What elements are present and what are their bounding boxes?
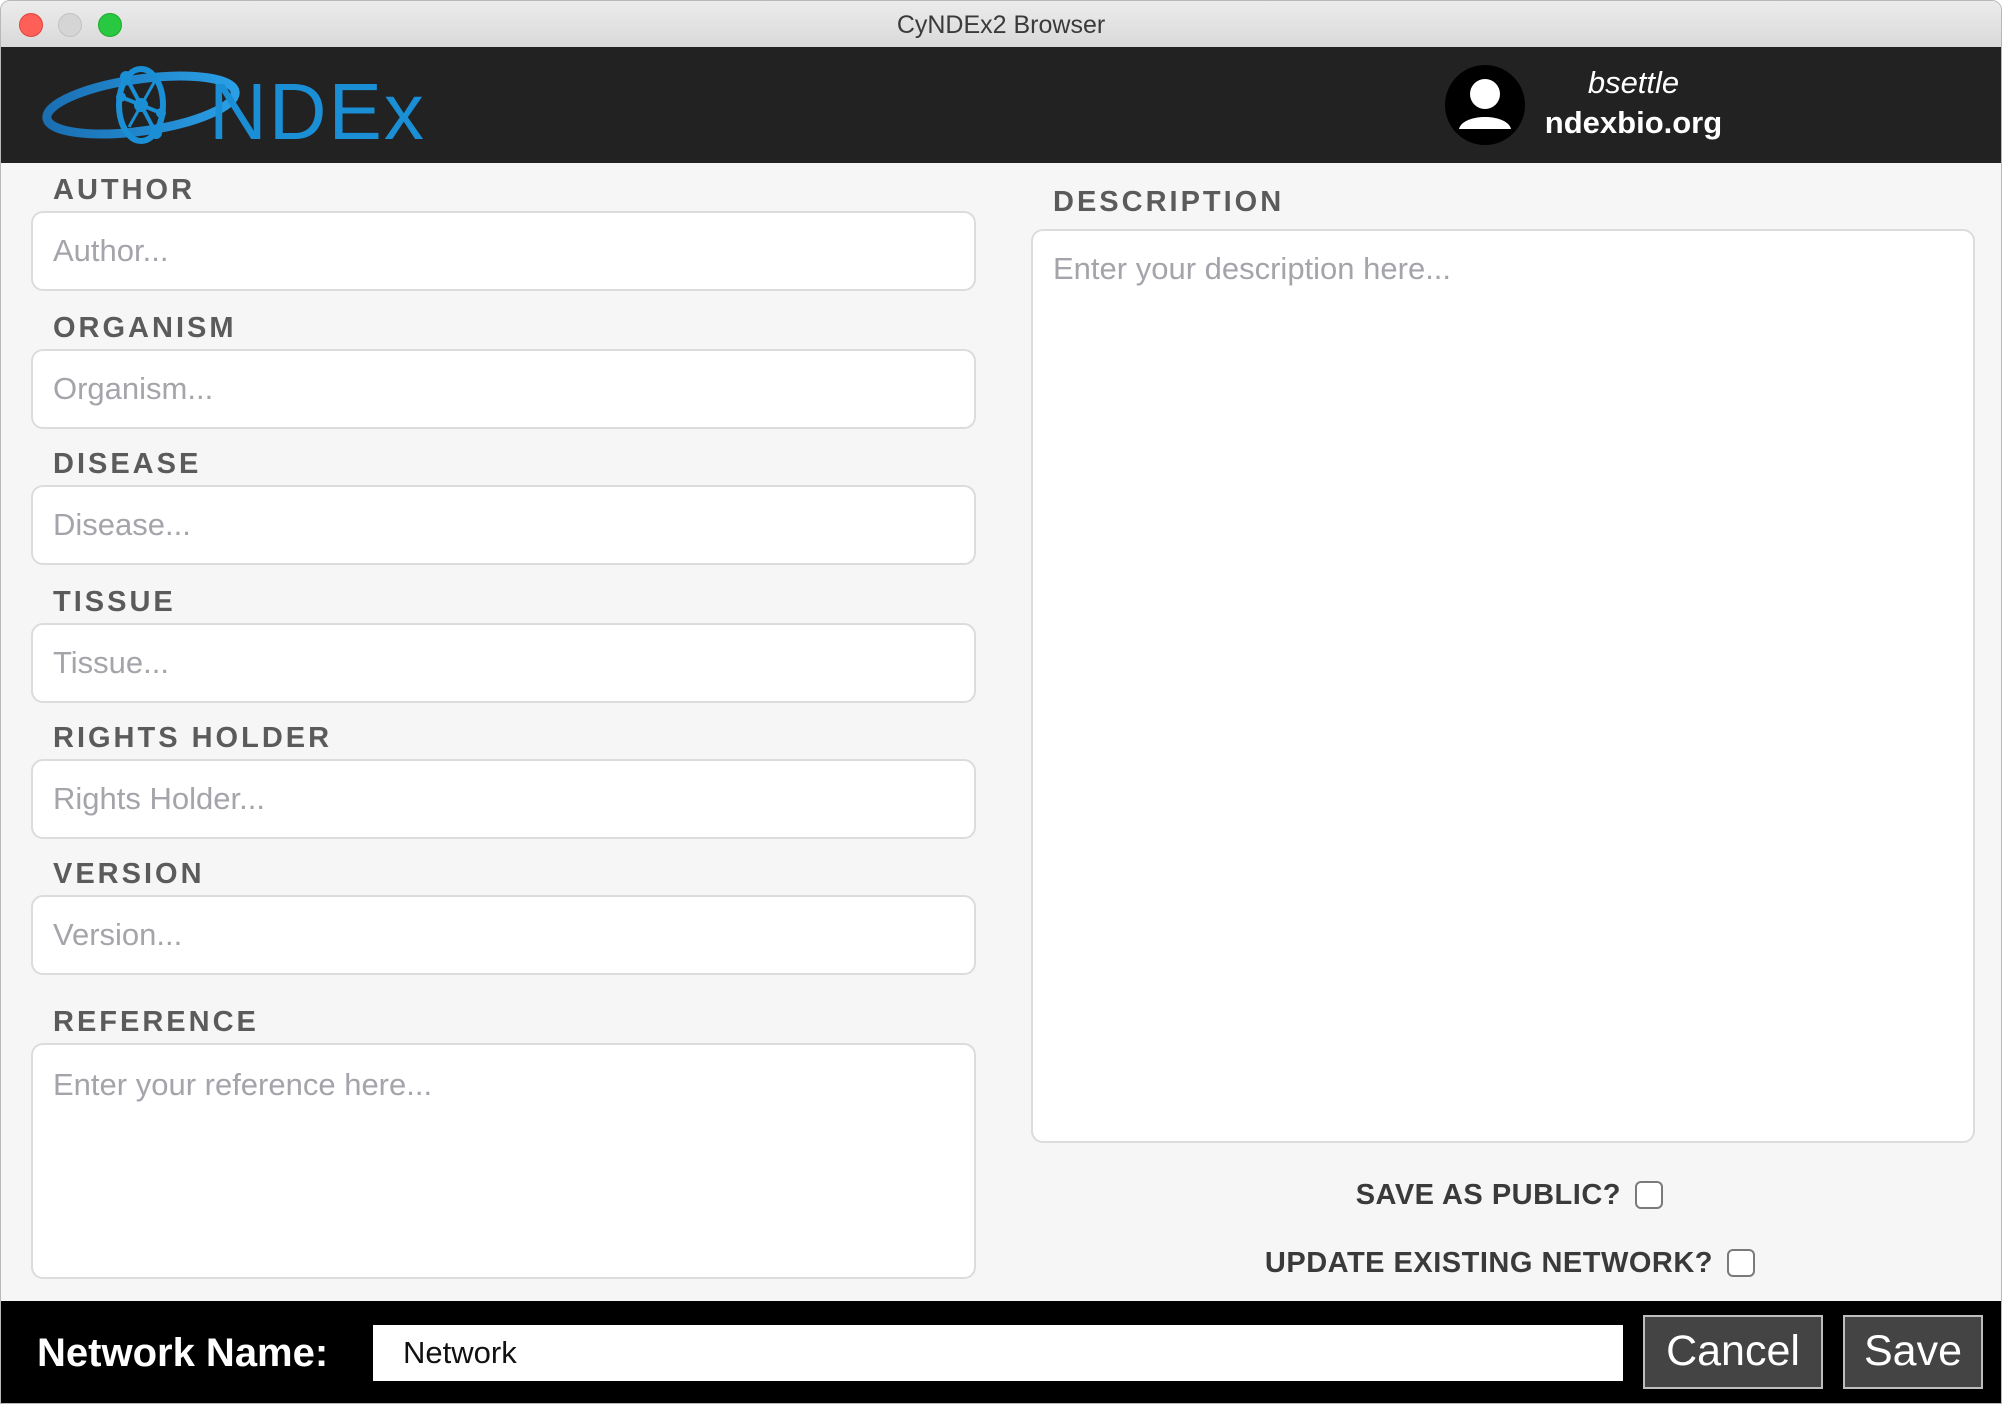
app-window: CyNDEx2 Browser NDEx bsettle ndexbio.org… [0,0,2002,1404]
description-label: DESCRIPTION [1053,186,1285,218]
tissue-label: TISSUE [53,586,176,618]
footer-bar: Network Name: Cancel Save [1,1301,2001,1403]
app-header: NDEx bsettle ndexbio.org [1,47,2001,163]
reference-textarea[interactable] [31,1043,976,1279]
cancel-button[interactable]: Cancel [1643,1315,1823,1389]
rights-holder-input[interactable] [31,759,976,839]
network-name-input[interactable] [373,1325,1623,1381]
author-label: AUTHOR [53,174,196,206]
save-button[interactable]: Save [1843,1315,1983,1389]
reference-label: REFERENCE [53,1006,259,1038]
tissue-input[interactable] [31,623,976,703]
disease-label: DISEASE [53,448,202,480]
description-textarea[interactable] [1031,229,1975,1143]
title-bar: CyNDEx2 Browser [1,1,2001,48]
rights-holder-label: RIGHTS HOLDER [53,722,333,754]
organism-label: ORGANISM [53,312,237,344]
svg-text:NDEx: NDEx [209,67,426,153]
ndex-logo: NDEx [42,66,426,153]
version-label: VERSION [53,858,205,890]
save-public-label: SAVE AS PUBLIC? [1355,1179,1621,1211]
server-text: ndexbio.org [1544,105,1723,140]
update-existing-label: UPDATE EXISTING NETWORK? [1264,1247,1713,1279]
version-input[interactable] [31,895,976,975]
save-public-checkbox[interactable] [1635,1181,1663,1209]
username-text: bsettle [1587,65,1680,100]
update-existing-checkbox[interactable] [1727,1249,1755,1277]
network-name-label: Network Name: [37,1331,329,1375]
user-avatar-icon[interactable] [1445,65,1525,145]
organism-input[interactable] [31,349,976,429]
disease-input[interactable] [31,485,976,565]
window-title: CyNDEx2 Browser [896,11,1106,39]
author-input[interactable] [31,211,976,291]
